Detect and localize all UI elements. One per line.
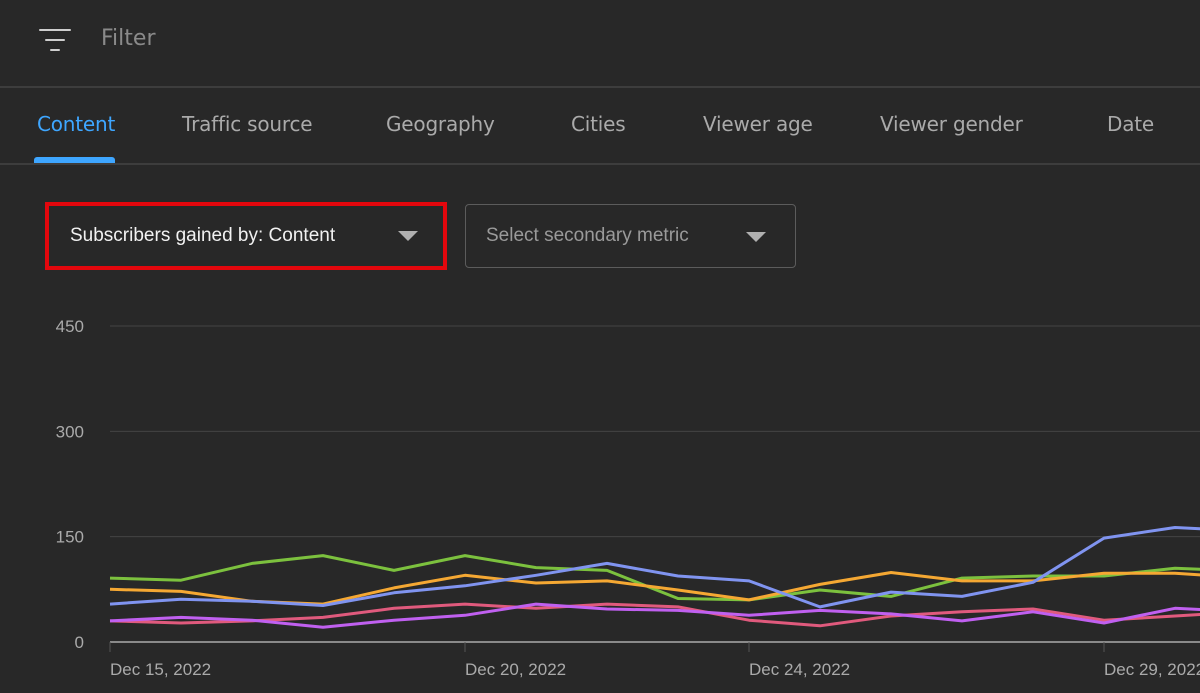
primary-metric-dropdown[interactable]: Subscribers gained by: Content — [45, 202, 447, 270]
x-tick-label: Dec 15, 2022 — [110, 660, 211, 679]
filter-bar: Filter — [0, 0, 1200, 88]
chart-series — [109, 526, 1200, 629]
x-tick-label: Dec 29, 2022 — [1104, 660, 1200, 679]
series-line-blue[interactable] — [109, 526, 1200, 609]
y-tick-label: 300 — [56, 422, 84, 441]
active-tab-indicator — [34, 157, 115, 163]
filter-icon[interactable] — [39, 29, 71, 53]
series-line-green[interactable] — [109, 554, 1200, 602]
chart-gridlines — [110, 325, 1200, 643]
y-tick-label: 0 — [75, 633, 84, 652]
tab-cities[interactable]: Cities — [571, 112, 626, 136]
dimension-tabs: Content Traffic source Geography Cities … — [0, 88, 1200, 165]
secondary-metric-dropdown[interactable]: Select secondary metric — [465, 204, 796, 268]
tab-date[interactable]: Date — [1107, 112, 1154, 136]
y-tick-label: 150 — [56, 528, 84, 547]
series-line-purple[interactable] — [109, 602, 1200, 629]
tab-viewer-age[interactable]: Viewer age — [703, 112, 813, 136]
caret-down-icon — [746, 232, 766, 242]
primary-metric-label: Subscribers gained by: Content — [70, 225, 336, 246]
caret-down-icon — [398, 231, 418, 241]
x-tick-label: Dec 20, 2022 — [465, 660, 566, 679]
tab-viewer-gender[interactable]: Viewer gender — [880, 112, 1023, 136]
y-tick-label: 450 — [56, 317, 84, 336]
x-tick-label: Dec 24, 2022 — [749, 660, 850, 679]
tab-content[interactable]: Content — [37, 112, 115, 136]
y-axis: 0 150 300 450 — [56, 317, 84, 652]
x-axis: Dec 15, 2022 Dec 20, 2022 Dec 24, 2022 Dec … — [109, 642, 1200, 679]
secondary-metric-placeholder: Select secondary metric — [486, 225, 689, 246]
line-chart: 0 150 300 450 Dec 15, 2022 Dec 20, 2022 Dec 2… — [56, 317, 1200, 679]
filter-input[interactable]: Filter — [101, 26, 155, 51]
tab-geography[interactable]: Geography — [386, 112, 495, 136]
tab-traffic-source[interactable]: Traffic source — [182, 112, 313, 136]
